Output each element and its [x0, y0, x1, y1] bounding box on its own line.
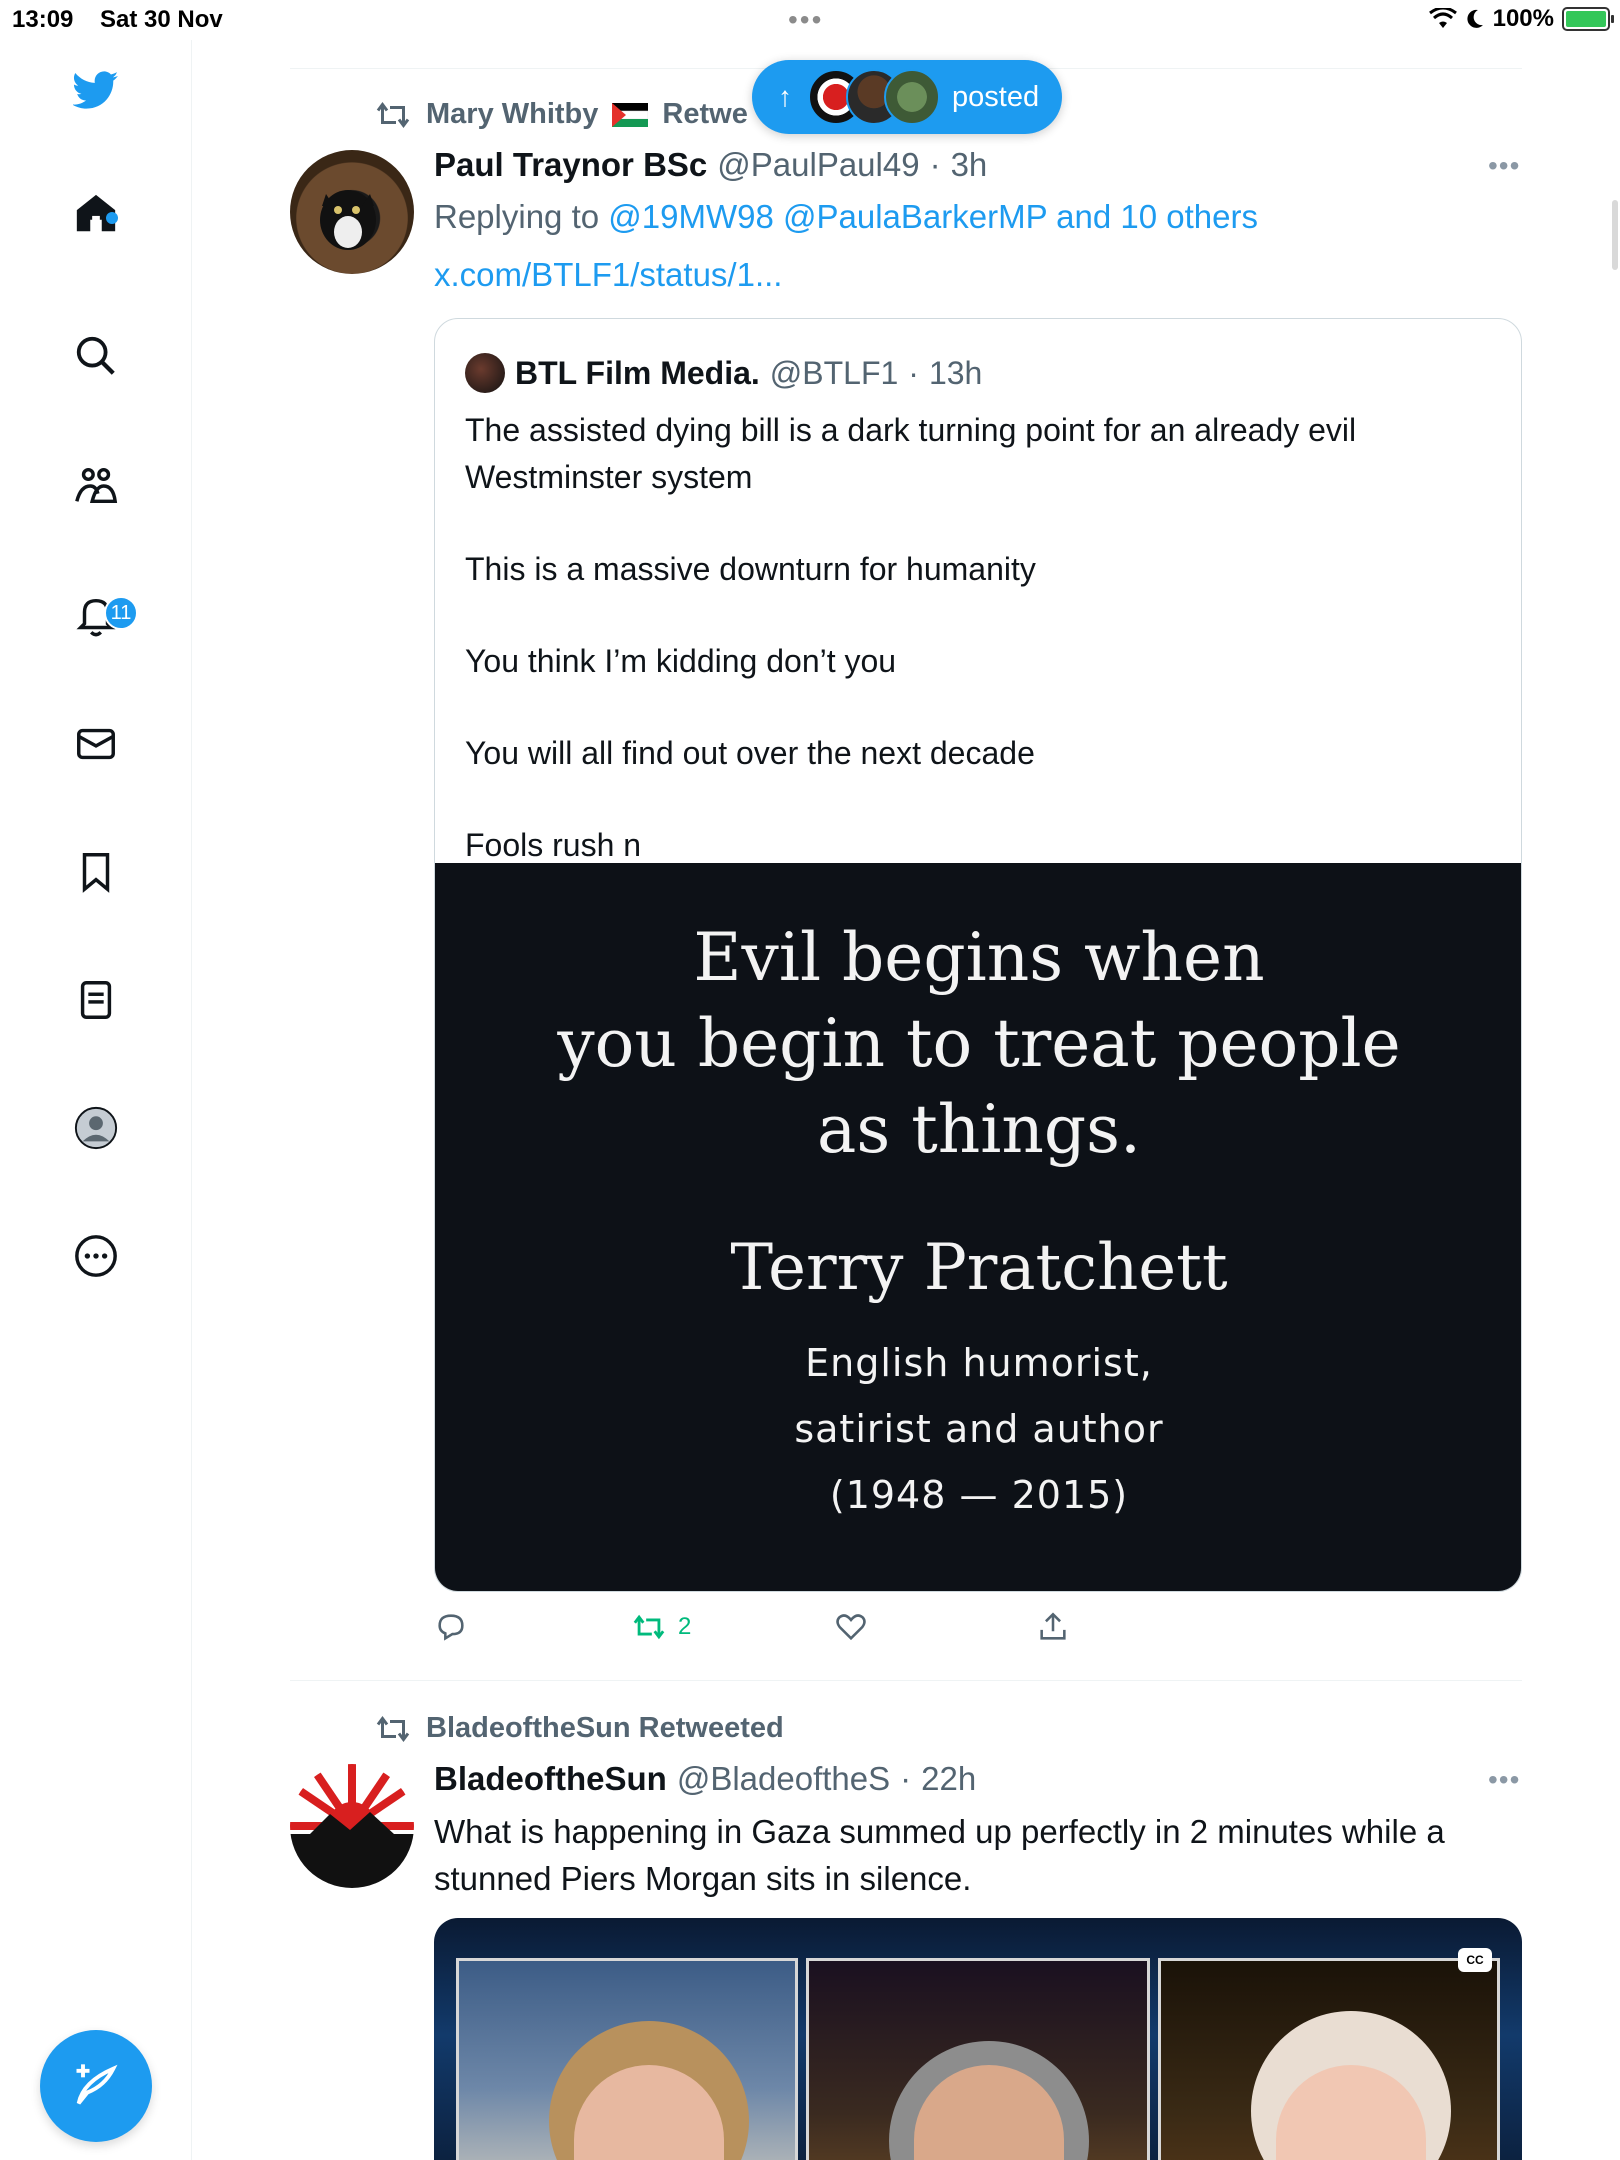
- avatar[interactable]: [290, 1764, 414, 1888]
- status-date: Sat 30 Nov: [100, 6, 223, 33]
- quote-image-description: satirist and author: [794, 1407, 1164, 1451]
- home-unread-dot: [106, 212, 118, 224]
- multitasking-dots-icon[interactable]: •••: [788, 4, 823, 36]
- lists-icon[interactable]: [68, 972, 124, 1028]
- messages-icon[interactable]: [68, 716, 124, 772]
- author-handle[interactable]: @BladeoftheS: [677, 1760, 890, 1798]
- tweet-time[interactable]: 3h: [951, 146, 988, 184]
- quote-header: BTL Film Media. @BTLF1 · 13h: [465, 353, 982, 393]
- video-panel-right: [1158, 1958, 1500, 2160]
- reply-button[interactable]: [434, 1610, 468, 1644]
- quote-paragraph: You think I’m kidding don’t you: [465, 643, 897, 679]
- heart-icon: [836, 1614, 866, 1641]
- battery-percent: 100%: [1492, 5, 1554, 32]
- compose-tweet-button[interactable]: [40, 2030, 152, 2142]
- rising-sun-avatar-image: [290, 1764, 414, 1888]
- retweet-count: 2: [678, 1613, 692, 1640]
- tweet-header: BladeoftheSun @BladeoftheS · 22h: [434, 1760, 976, 1798]
- separator-dot: ·: [908, 354, 919, 391]
- replying-prefix: Replying to: [434, 198, 600, 235]
- compose-tweet-icon: [76, 2064, 118, 2105]
- quote-tweet[interactable]: BTL Film Media. @BTLF1 · 13h The assiste…: [434, 318, 1522, 1592]
- profile-icon[interactable]: [68, 1100, 124, 1156]
- quote-body: The assisted dying bill is a dark turnin…: [465, 407, 1485, 914]
- separator-dot: ·: [900, 1760, 912, 1797]
- author-handle[interactable]: @PaulPaul49: [717, 146, 919, 184]
- status-bar: 13:09 Sat 30 Nov ••• 100%: [0, 0, 1620, 40]
- quote-author-name[interactable]: BTL Film Media.: [515, 355, 760, 392]
- retweet-icon: [376, 101, 410, 128]
- retweeted-by[interactable]: BladeoftheSun Retweeted: [426, 1712, 784, 1745]
- quote-paragraph: Fools rush n: [465, 827, 642, 863]
- quote-avatar[interactable]: [465, 353, 505, 393]
- avatar: [884, 69, 940, 125]
- author-name[interactable]: BladeoftheSun: [434, 1760, 667, 1798]
- reply-icon: [438, 1614, 464, 1641]
- quote-image-line: as things.: [817, 1091, 1141, 1168]
- retweeted-by-name[interactable]: Mary Whitby: [426, 98, 598, 131]
- quote-time: 13h: [928, 354, 983, 391]
- pill-avatars: [808, 69, 940, 125]
- retweet-icon: [376, 1715, 410, 1742]
- quote-author-handle[interactable]: @BTLF1: [770, 355, 899, 392]
- retweet-icon: [633, 1614, 665, 1640]
- separator-dot: ·: [929, 146, 941, 183]
- tweet-more-options-icon[interactable]: •••: [1488, 1764, 1520, 1796]
- more-icon[interactable]: [68, 1228, 124, 1284]
- status-time: 13:09: [12, 6, 74, 33]
- tweet-video[interactable]: CC: [434, 1918, 1522, 2160]
- quote-paragraph: The assisted dying bill is a dark turnin…: [465, 412, 1357, 495]
- retweet-button[interactable]: 2: [632, 1610, 691, 1644]
- timeline-divider: [290, 1680, 1522, 1681]
- share-icon: [1040, 1612, 1066, 1640]
- twitter-logo-icon[interactable]: [68, 62, 124, 118]
- wifi-icon: [1428, 8, 1457, 28]
- quote-image-description: English humorist,: [805, 1341, 1153, 1385]
- bookmarks-icon[interactable]: [68, 844, 124, 900]
- share-button[interactable]: [1036, 1610, 1070, 1644]
- moon-icon: [1467, 9, 1483, 28]
- scrollbar[interactable]: [1612, 200, 1618, 270]
- cat-avatar-image: [320, 190, 376, 250]
- retweet-context: Mary Whitby Retwe: [374, 98, 748, 131]
- quote-paragraph: This is a massive downturn for humanity: [465, 551, 1036, 587]
- replying-to-users[interactable]: @19MW98 @PaulaBarkerMP and 10 others: [608, 198, 1258, 235]
- search-icon[interactable]: [68, 328, 124, 384]
- sidebar: 11: [0, 40, 192, 2160]
- posted-label: posted: [952, 80, 1040, 113]
- author-name[interactable]: Paul Traynor BSc: [434, 146, 707, 184]
- retweet-context: BladeoftheSun Retweeted: [374, 1712, 784, 1745]
- tweet-text: What is happening in Gaza summed up perf…: [434, 1813, 1445, 1897]
- quote-paragraph: You will all find out over the next deca…: [465, 735, 1035, 771]
- quote-image-author: Terry Pratchett: [730, 1231, 1228, 1305]
- tweet-time[interactable]: 22h: [921, 1760, 976, 1798]
- palestine-flag-icon: [612, 102, 649, 127]
- quote-image-line: Evil begins when: [693, 919, 1265, 996]
- quote-image-years: (1948 — 2015): [829, 1473, 1129, 1517]
- communities-icon[interactable]: [68, 458, 124, 514]
- tweet-header: Paul Traynor BSc @PaulPaul49 · 3h: [434, 146, 987, 184]
- avatar[interactable]: [290, 150, 414, 274]
- tweet-more-options-icon[interactable]: •••: [1488, 150, 1520, 182]
- notifications-badge: 11: [104, 596, 138, 630]
- tweet-actions: 2: [434, 1610, 1134, 1654]
- new-posts-pill[interactable]: ↑ posted: [752, 60, 1062, 134]
- quote-image-line: you begin to treat people: [557, 1005, 1401, 1082]
- battery-icon: [1562, 7, 1614, 31]
- video-panel-center: [806, 1958, 1150, 2160]
- status-right: 100%: [1428, 5, 1614, 33]
- retweeted-suffix: Retwe: [662, 98, 748, 130]
- arrow-up-icon: ↑: [778, 81, 792, 112]
- quote-image[interactable]: Evil begins when you begin to treat peop…: [435, 863, 1521, 1591]
- video-panel-left: [456, 1958, 798, 2160]
- closed-captions-icon[interactable]: CC: [1458, 1948, 1492, 1972]
- tweet-link[interactable]: x.com/BTLF1/status/1...: [434, 256, 782, 294]
- like-button[interactable]: [834, 1610, 868, 1644]
- replying-to: Replying to @19MW98 @PaulaBarkerMP and 1…: [434, 198, 1258, 236]
